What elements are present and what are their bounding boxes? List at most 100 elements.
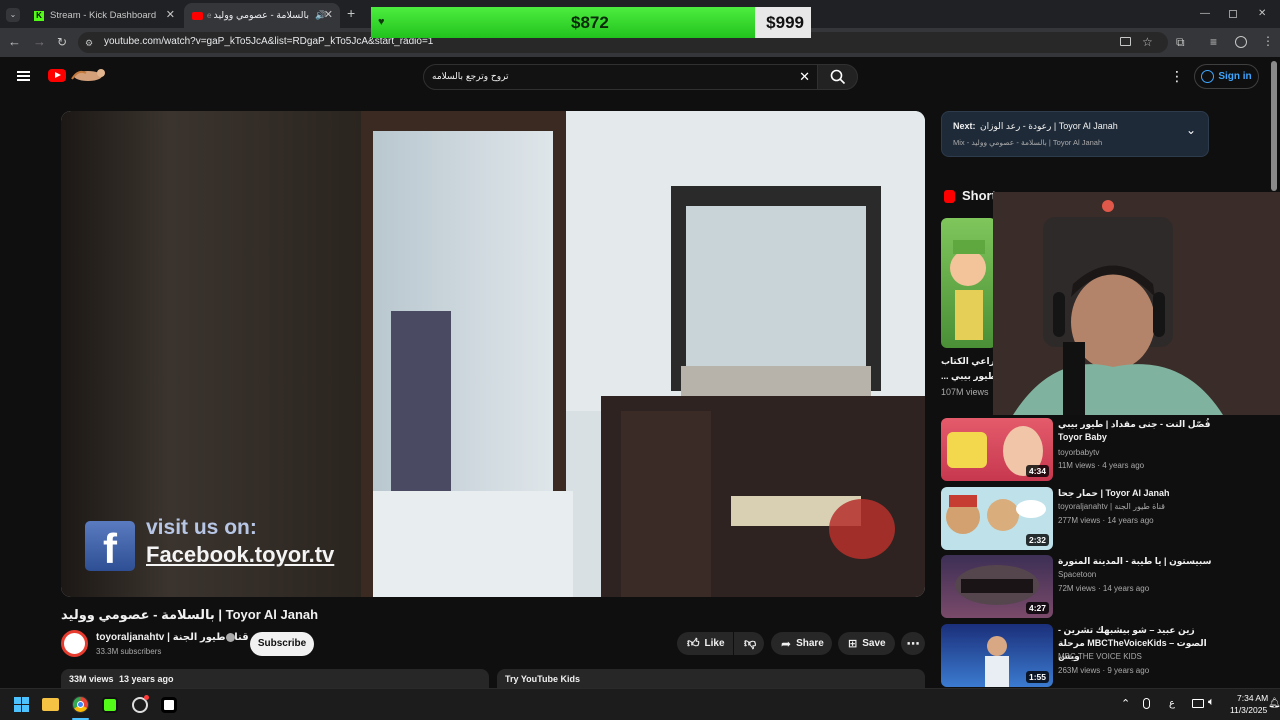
mix-subtitle: Mix - بالسلامة - عصومي ووليد | Toyor Al … xyxy=(953,138,1103,147)
share-icon: ➦ xyxy=(781,636,792,651)
video-meta: 263M views · 9 years ago xyxy=(1058,666,1150,675)
thumbs-up-icon: 👍︎ xyxy=(687,636,700,650)
channel-name: MBC THE VOICE KIDS xyxy=(1058,652,1142,661)
sign-in-button[interactable]: Sign in xyxy=(1194,64,1259,89)
kids-promo-label: Try YouTube Kids xyxy=(505,674,581,684)
reload-icon[interactable]: ↻ xyxy=(57,36,67,48)
input-language[interactable]: ع xyxy=(1169,698,1175,709)
bookmark-star-icon[interactable]: ☆ xyxy=(1142,36,1153,48)
site-info-icon[interactable]: ⚙ xyxy=(85,37,93,49)
search-icon xyxy=(830,69,846,85)
goal-progress-fill xyxy=(371,7,756,38)
reading-list-icon[interactable]: ≡ xyxy=(1210,36,1217,48)
close-tab-icon[interactable]: ✕ xyxy=(166,8,175,21)
video-meta: 72M views · 14 years ago xyxy=(1058,584,1150,593)
heart-icon: ♥ xyxy=(378,16,385,28)
video-thumbnail: 2:32 xyxy=(941,487,1053,550)
search-box: ✕ xyxy=(423,64,818,90)
video-overlay-line2: Facebook.toyor.tv xyxy=(146,542,335,567)
close-window-icon[interactable]: ✕ xyxy=(1258,8,1266,20)
tab-kick-dashboard[interactable]: K Stream - Kick Dashboard ✕ xyxy=(26,3,182,28)
kick-studio-icon[interactable] xyxy=(102,697,118,713)
windows-start-icon[interactable] xyxy=(14,697,29,712)
video-overlay-line1: visit us on: xyxy=(146,516,257,539)
description-box[interactable]: 33M views 13 years ago xyxy=(61,669,489,688)
save-button[interactable]: ⊞ Save xyxy=(838,632,895,655)
new-tab-icon[interactable]: + xyxy=(347,6,355,20)
more-actions-button[interactable]: ⋯ xyxy=(901,632,925,655)
file-explorer-icon[interactable] xyxy=(42,698,59,711)
subscriber-count: 33.3M subscribers xyxy=(96,647,162,656)
tab-search-icon[interactable]: ⌄ xyxy=(6,8,20,22)
search-button[interactable] xyxy=(817,64,858,90)
clock-time[interactable]: 7:34 AM xyxy=(1237,693,1268,703)
video-duration: 2:32 xyxy=(1025,534,1049,546)
hamburger-menu-icon[interactable] xyxy=(17,71,30,81)
network-icon[interactable] xyxy=(1192,699,1204,708)
streamer-webcam xyxy=(993,192,1280,415)
close-tab-icon[interactable]: ✕ xyxy=(324,8,333,21)
share-button[interactable]: ➦ Share xyxy=(771,632,832,655)
restore-icon[interactable] xyxy=(1229,10,1237,18)
video-title: سبيستون | يا طيبة - المدينة المنورة xyxy=(1058,556,1212,566)
doodle-logo[interactable] xyxy=(68,67,110,83)
recommendation-card[interactable]: 4:34 فُصّل النت - جنى مقداد | طيور بيبي … xyxy=(941,418,1271,481)
shorts-logo-icon xyxy=(944,190,955,203)
recommendation-card[interactable]: 4:27 سبيستون | يا طيبة - المدينة المنورة… xyxy=(941,555,1271,618)
page-scrollbar[interactable] xyxy=(1271,61,1277,191)
recommendation-card[interactable]: 1:55 زين عبيد – شو بيشبهك تشرين - مرحلة … xyxy=(941,624,1271,687)
tab-youtube-video[interactable]: e بالسلامة - عصومي ووليد 🔊 ✕ xyxy=(184,3,340,28)
profile-icon[interactable] xyxy=(1235,36,1247,48)
extensions-icon[interactable]: ⧉ xyxy=(1176,36,1185,48)
microphone-icon[interactable] xyxy=(1143,698,1150,709)
volume-icon[interactable]: 🔈︎ xyxy=(1208,696,1215,709)
shorts-heading: Short xyxy=(962,188,996,203)
video-thumbnail: 4:34 xyxy=(941,418,1053,481)
short-caption-line2: ... طيور بيبي xyxy=(941,371,997,381)
subscribe-button[interactable]: Subscribe xyxy=(250,632,314,656)
like-button[interactable]: 👍︎ Like xyxy=(677,632,733,655)
verified-badge-icon xyxy=(226,633,235,642)
video-title: حمار جحا | Toyor Al Janah xyxy=(1058,488,1170,498)
channel-name: toyorbabytv xyxy=(1058,448,1100,457)
back-icon[interactable]: ← xyxy=(8,35,21,48)
settings-menu-icon[interactable]: ⋮ xyxy=(1170,68,1184,85)
windows-taskbar: ⌃ ع 🔈︎ 7:34 AM 11/3/2025 🔔︎ xyxy=(0,688,1280,720)
upload-age: 13 years ago xyxy=(119,674,174,684)
channel-name: Spacetoon xyxy=(1058,570,1097,579)
search-input[interactable] xyxy=(432,69,787,85)
minimize-icon[interactable]: — xyxy=(1200,8,1210,20)
youtube-page: ✕ ⋮ Sign in f visit u xyxy=(0,57,1280,688)
youtube-logo[interactable] xyxy=(48,69,66,82)
kick-logo-icon: K xyxy=(34,10,44,21)
notification-bell-icon[interactable]: 🔔︎ xyxy=(1268,698,1280,709)
mix-next-panel[interactable]: Next: رعودة - رعد الوزان | Toyor Al Jana… xyxy=(941,111,1209,157)
video-thumbnail: 1:55 xyxy=(941,624,1053,687)
capcut-icon[interactable] xyxy=(161,697,177,713)
forward-icon[interactable]: → xyxy=(33,35,46,48)
recommendation-card[interactable]: 2:32 حمار جحا | Toyor Al Janah toyoralja… xyxy=(941,487,1271,550)
clear-search-icon[interactable]: ✕ xyxy=(799,69,810,85)
expand-chevron-icon[interactable]: ⌄ xyxy=(1186,123,1196,137)
chrome-menu-icon[interactable]: ⋮ xyxy=(1262,35,1274,47)
goal-current-value: $872 xyxy=(571,13,609,32)
youtube-favicon-icon xyxy=(192,11,203,20)
cast-icon[interactable] xyxy=(1120,37,1131,46)
kids-promo-box[interactable]: Try YouTube Kids xyxy=(497,669,925,688)
video-title: بالسلامة - عصومي ووليد | Toyor Al Janah xyxy=(61,607,319,622)
save-playlist-icon: ⊞ xyxy=(848,638,858,650)
channel-name: toyoraljanahtv | قناة طيور الجنة xyxy=(1058,502,1165,511)
short-thumbnail[interactable] xyxy=(941,218,996,348)
next-title: رعودة - رعد الوزان | Toyor Al Janah xyxy=(980,121,1118,131)
video-meta: 277M views · 14 years ago xyxy=(1058,516,1154,525)
view-count: 33M views xyxy=(69,674,114,684)
short-views: 107M views xyxy=(941,387,989,397)
dislike-button[interactable]: 👎︎ xyxy=(734,632,764,655)
show-hidden-icons[interactable]: ⌃ xyxy=(1121,697,1130,710)
chrome-taskbar-icon[interactable] xyxy=(72,696,89,713)
tab-title: بالسلامة - عصومي ووليد xyxy=(213,10,310,21)
clock-date[interactable]: 11/3/2025 xyxy=(1230,705,1267,715)
channel-avatar[interactable] xyxy=(61,630,88,657)
donation-goal-bar: ♥ $872 $999 xyxy=(371,7,811,38)
video-player[interactable]: f visit us on: Facebook.toyor.tv xyxy=(61,111,925,597)
